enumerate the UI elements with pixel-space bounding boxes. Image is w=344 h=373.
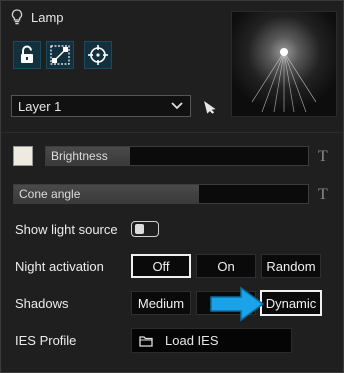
night-activation-label: Night activation xyxy=(15,259,104,274)
text-toggle-icon[interactable]: T xyxy=(318,148,328,166)
cone-angle-label: Cone angle xyxy=(19,187,81,201)
shadows-dynamic[interactable]: Dynamic xyxy=(260,290,322,316)
scale-handle-button[interactable] xyxy=(46,41,74,69)
load-ies-button[interactable]: Load IES xyxy=(131,328,292,353)
panel-title: Lamp xyxy=(31,9,64,25)
lamp-properties-panel: Lamp Layer 1 Brightness T Cone angle T S… xyxy=(0,0,344,373)
scale-handle-icon xyxy=(50,45,70,65)
ies-profile-label: IES Profile xyxy=(15,333,77,348)
night-activation-random[interactable]: Random xyxy=(261,254,321,278)
load-ies-label: Load IES xyxy=(165,333,219,348)
chevron-down-icon xyxy=(171,102,183,110)
light-color-swatch[interactable] xyxy=(13,146,33,166)
layer-select-value: Layer 1 xyxy=(18,98,62,114)
folder-icon xyxy=(139,335,153,347)
show-light-source-toggle[interactable] xyxy=(131,221,159,237)
night-activation-off[interactable]: Off xyxy=(131,254,191,278)
pointer-arrow-icon[interactable] xyxy=(203,98,217,114)
cone-angle-slider[interactable]: Cone angle xyxy=(13,184,309,204)
target-button[interactable] xyxy=(84,41,112,69)
show-light-source-label: Show light source xyxy=(15,222,118,237)
brightness-slider[interactable]: Brightness xyxy=(45,146,309,166)
light-preview-thumbnail xyxy=(231,11,337,117)
crosshair-target-icon xyxy=(88,45,108,65)
toggle-knob xyxy=(135,224,144,234)
panel-header: Lamp xyxy=(11,9,64,25)
night-activation-on[interactable]: On xyxy=(196,254,256,278)
unlock-icon xyxy=(21,45,33,63)
text-toggle-icon[interactable]: T xyxy=(318,186,328,204)
shadows-label: Shadows xyxy=(15,296,69,311)
lightbulb-icon xyxy=(11,9,23,25)
pointer-arrow-callout-icon xyxy=(210,286,265,322)
shadows-medium[interactable]: Medium xyxy=(131,291,191,315)
brightness-label: Brightness xyxy=(51,149,108,163)
layer-select[interactable]: Layer 1 xyxy=(11,95,191,117)
unlock-button[interactable] xyxy=(13,41,41,69)
section-divider xyxy=(1,132,343,133)
